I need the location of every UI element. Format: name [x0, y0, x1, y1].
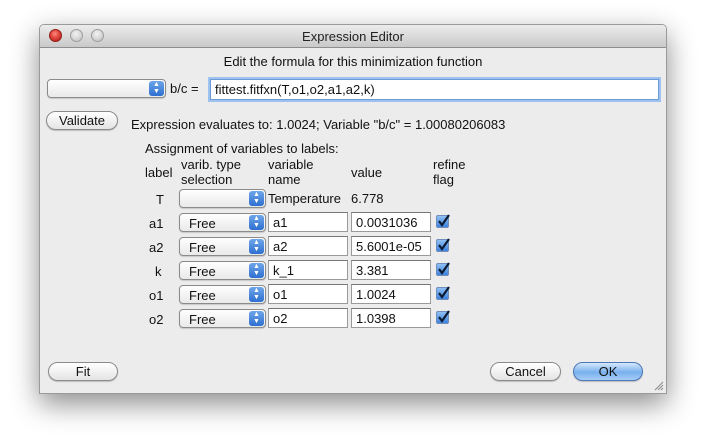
checkmark-icon	[438, 262, 450, 275]
variable-name-input[interactable]: a2	[268, 236, 348, 256]
variable-value-input[interactable]: 5.6001e-05	[351, 236, 431, 256]
refine-checkbox[interactable]	[436, 214, 450, 228]
expression-editor-window: Expression Editor Edit the formula for t…	[39, 24, 667, 394]
window-title: Expression Editor	[302, 29, 404, 44]
validate-button[interactable]: Validate	[46, 111, 118, 130]
row-label: o1	[149, 288, 164, 303]
ok-button[interactable]: OK	[573, 362, 643, 381]
variable-type-value: Free	[189, 288, 216, 303]
variable-value-input[interactable]: 0.0031036	[351, 212, 431, 232]
variable-type-value: Free	[189, 216, 216, 231]
refine-checkbox[interactable]	[436, 310, 450, 324]
target-label: b/c =	[170, 81, 199, 96]
variable-type-select[interactable]: Free ▲ ▼	[179, 285, 266, 304]
title-bar[interactable]: Expression Editor	[40, 25, 666, 48]
row-label: a2	[149, 240, 164, 255]
column-header-value: value	[351, 165, 383, 180]
popup-arrows-icon: ▲ ▼	[249, 311, 264, 326]
assignment-heading: Assignment of variables to labels:	[145, 141, 339, 156]
checkmark-icon	[438, 310, 450, 323]
instruction-text: Edit the formula for this minimization f…	[223, 54, 483, 69]
variable-type-select[interactable]: Free ▲ ▼	[179, 213, 266, 232]
refine-checkbox[interactable]	[436, 286, 450, 300]
variable-value-input[interactable]: 1.0398	[351, 308, 431, 328]
resize-grip-icon[interactable]	[653, 380, 664, 391]
popup-arrows-icon: ▲ ▼	[249, 263, 264, 278]
row-label: k	[155, 264, 162, 279]
popup-arrows-icon: ▲ ▼	[249, 287, 264, 302]
popup-arrows-icon: ▲ ▼	[249, 215, 264, 230]
variable-name-readonly: Temperature	[268, 191, 341, 206]
popup-arrows-icon: ▲ ▼	[249, 239, 264, 254]
checkmark-icon	[438, 214, 450, 227]
variable-name-input[interactable]: k_1	[268, 260, 348, 280]
column-header-name-line2: name	[268, 172, 301, 187]
variable-value-input[interactable]: 1.0024	[351, 284, 431, 304]
column-header-name-line1: variable	[268, 157, 314, 172]
variable-type-value: Free	[189, 240, 216, 255]
checkmark-icon	[438, 238, 450, 251]
row-label: T	[156, 192, 164, 207]
popup-arrows-icon: ▲ ▼	[249, 191, 264, 206]
popup-arrows-icon: ▲ ▼	[149, 81, 164, 96]
validation-status: Expression evaluates to: 1.0024; Variabl…	[131, 117, 506, 132]
column-header-refine-line2: flag	[433, 172, 454, 187]
expression-input[interactable]: fittest.fitfxn(T,o1,o2,a1,a2,k)	[210, 79, 659, 100]
refine-checkbox[interactable]	[436, 262, 450, 276]
variable-name-input[interactable]: o1	[268, 284, 348, 304]
column-header-label: label	[145, 165, 173, 180]
variable-name-input[interactable]: o2	[268, 308, 348, 328]
column-header-type-line1: varib. type	[181, 157, 241, 172]
variable-type-select[interactable]: Free ▲ ▼	[179, 237, 266, 256]
variable-type-select[interactable]: Free ▲ ▼	[179, 261, 266, 280]
variable-type-value: Free	[189, 264, 216, 279]
variable-type-select[interactable]: ▲ ▼	[179, 189, 266, 208]
variable-type-value: Free	[189, 312, 216, 327]
variable-name-input[interactable]: a1	[268, 212, 348, 232]
variable-value-readonly: 6.778	[351, 191, 384, 206]
variable-type-select[interactable]: Free ▲ ▼	[179, 309, 266, 328]
column-header-type-line2: selection	[181, 172, 233, 187]
cancel-button[interactable]: Cancel	[490, 362, 561, 381]
column-header-refine-line1: refine	[433, 157, 466, 172]
fit-button[interactable]: Fit	[48, 362, 118, 381]
target-variable-select[interactable]: ▲ ▼	[47, 79, 166, 98]
variable-value-input[interactable]: 3.381	[351, 260, 431, 280]
refine-checkbox[interactable]	[436, 238, 450, 252]
checkmark-icon	[438, 286, 450, 299]
row-label: o2	[149, 312, 164, 327]
row-label: a1	[149, 216, 164, 231]
